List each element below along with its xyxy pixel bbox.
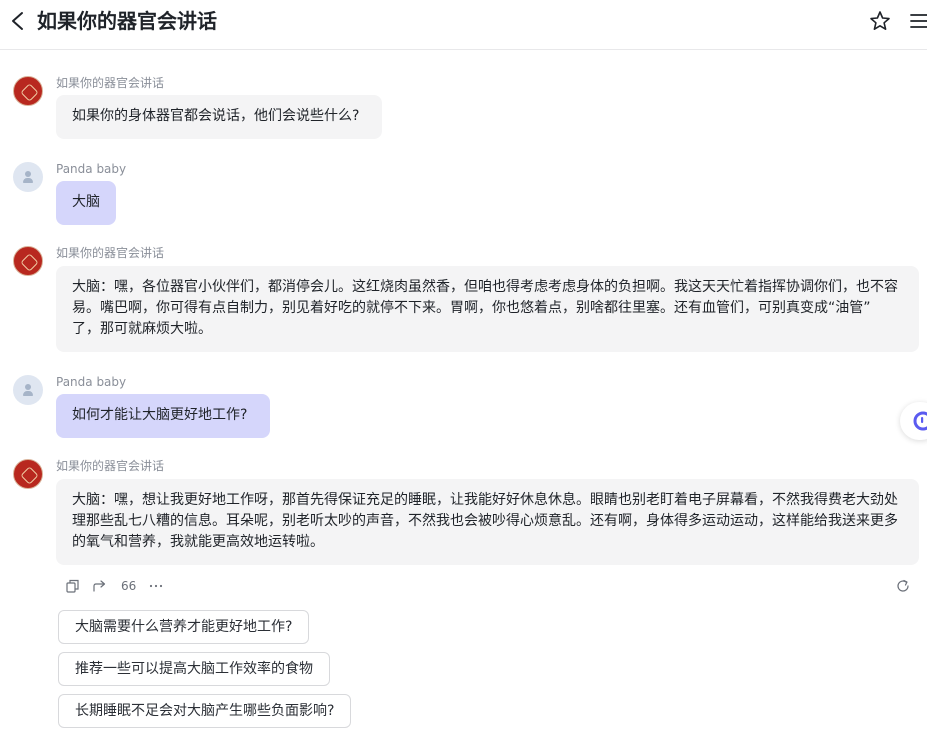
sender-name: 如果你的器官会讲话 xyxy=(56,246,165,260)
suggestion-chip[interactable]: 推荐一些可以提高大脑工作效率的食物 xyxy=(58,652,330,686)
sender-name: Panda baby xyxy=(56,162,127,176)
user-message-bubble: 大脑 xyxy=(56,181,116,225)
user-silhouette-icon xyxy=(25,171,31,177)
sender-name: 如果你的器官会讲话 xyxy=(56,459,165,473)
copy-icon[interactable] xyxy=(65,578,81,594)
message-line: 大脑：嘿，各位器官小伙伴们，都消停会儿。这红烧肉虽然香，但咱也得考虑考虑身体的负… xyxy=(72,279,898,295)
count-label[interactable]: 66 xyxy=(121,578,136,594)
suggestion-chip[interactable]: 长期睡眠不足会对大脑产生哪些负面影响? xyxy=(58,694,352,728)
bot-avatar xyxy=(13,459,43,489)
floating-assistant-button[interactable] xyxy=(900,402,927,440)
bot-message-bubble: 大脑：嘿，各位器官小伙伴们，都消停会儿。这红烧肉虽然香，但咱也得考虑考虑身体的负… xyxy=(56,266,919,352)
assistant-icon xyxy=(913,411,927,431)
message-line: 理那些乱七八糟的信息。耳朵呢，别老听太吵的声音，不然我也会被吵得心烦意乱。还有啊… xyxy=(72,513,898,529)
sender-name: Panda baby xyxy=(56,375,127,389)
bot-message-bubble: 大脑：嘿，想让我更好地工作呀，那首先得保证充足的睡眠，让我能好好休息休息。眼睛也… xyxy=(56,479,919,565)
user-message-bubble: 如何才能让大脑更好地工作? xyxy=(56,394,270,438)
message-line: 易。嘴巴啊，你可得有点自制力，别见着好吃的就停不下来。胃啊，你也悠着点，别啥都往… xyxy=(72,300,871,316)
hamburger-menu-icon[interactable] xyxy=(910,12,927,30)
chevron-left-icon[interactable] xyxy=(8,10,28,32)
message-line: 了，那可就麻烦大啦。 xyxy=(72,321,212,337)
star-icon[interactable] xyxy=(869,10,891,32)
sender-name: 如果你的器官会讲话 xyxy=(56,76,165,90)
bot-avatar xyxy=(13,246,43,276)
message-text: 如果你的身体器官都会说话，他们会说些什么? xyxy=(72,108,360,124)
header-bar: 如果你的器官会讲话 xyxy=(0,0,927,50)
bot-avatar xyxy=(13,76,43,106)
bot-message-bubble: 如果你的身体器官都会说话，他们会说些什么? xyxy=(56,95,382,139)
user-silhouette-icon xyxy=(25,384,31,390)
message-text: 大脑 xyxy=(72,194,100,210)
page-title: 如果你的器官会讲话 xyxy=(37,9,217,33)
refresh-icon[interactable] xyxy=(895,578,911,594)
suggestion-chip[interactable]: 大脑需要什么营养才能更好地工作? xyxy=(58,610,310,644)
more-icon[interactable] xyxy=(148,578,164,594)
user-avatar xyxy=(13,375,43,405)
user-avatar xyxy=(13,162,43,192)
message-action-bar: 66 xyxy=(56,575,919,597)
share-icon[interactable] xyxy=(92,578,108,594)
message-text: 如何才能让大脑更好地工作? xyxy=(72,407,248,423)
message-line: 大脑：嘿，想让我更好地工作呀，那首先得保证充足的睡眠，让我能好好休息休息。眼睛也… xyxy=(72,492,898,508)
message-line: 的氧气和营养，我就能更高效地运转啦。 xyxy=(72,534,324,550)
